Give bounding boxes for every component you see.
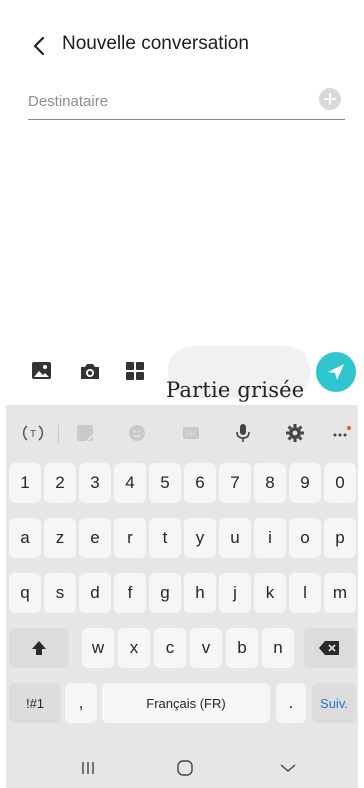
grayed-area-label: Partie grisée <box>166 378 305 402</box>
key-4[interactable]: 4 <box>114 463 146 503</box>
send-icon <box>328 364 344 380</box>
key-j[interactable]: j <box>219 573 251 613</box>
grid-icon <box>126 362 144 380</box>
key-w[interactable]: w <box>82 628 114 668</box>
key-g[interactable]: g <box>149 573 181 613</box>
recipient-field <box>28 86 345 120</box>
key-5[interactable]: 5 <box>149 463 181 503</box>
recent-apps-icon[interactable] <box>78 758 98 778</box>
key-v[interactable]: v <box>190 628 222 668</box>
key-h[interactable]: h <box>184 573 216 613</box>
shift-arrow-icon <box>32 641 46 655</box>
add-recipient-button[interactable] <box>319 88 341 110</box>
key-8[interactable]: 8 <box>254 463 286 503</box>
key-y[interactable]: y <box>184 518 216 558</box>
key-p[interactable]: p <box>324 518 356 558</box>
translate-icon[interactable]: T <box>20 421 46 445</box>
key-d[interactable]: d <box>79 573 111 613</box>
key-q[interactable]: q <box>9 573 41 613</box>
next-key[interactable]: Suiv. <box>312 683 356 723</box>
sticker-icon[interactable] <box>72 421 98 445</box>
backspace-icon <box>319 641 339 655</box>
key-f[interactable]: f <box>114 573 146 613</box>
key-2[interactable]: 2 <box>44 463 76 503</box>
recipient-input[interactable] <box>28 88 308 114</box>
key-c[interactable]: c <box>154 628 186 668</box>
key-u[interactable]: u <box>219 518 251 558</box>
svg-text:T: T <box>30 429 36 440</box>
more-icon[interactable] <box>328 421 354 445</box>
apps-button[interactable] <box>122 358 148 384</box>
gif-icon[interactable]: GIF <box>178 421 204 445</box>
key-s[interactable]: s <box>44 573 76 613</box>
shift-key[interactable] <box>9 628 69 668</box>
space-bar[interactable]: Français (FR) <box>102 683 270 723</box>
camera-icon <box>81 364 99 379</box>
key-z[interactable]: z <box>44 518 76 558</box>
key-m[interactable]: m <box>324 573 356 613</box>
comma-key[interactable]: , <box>65 683 97 723</box>
key-l[interactable]: l <box>289 573 321 613</box>
microphone-icon[interactable] <box>230 421 256 445</box>
key-3[interactable]: 3 <box>79 463 111 503</box>
app-header: Nouvelle conversation <box>0 28 364 64</box>
key-o[interactable]: o <box>289 518 321 558</box>
keyboard-toolbar: T GIF <box>6 405 358 459</box>
key-r[interactable]: r <box>114 518 146 558</box>
key-7[interactable]: 7 <box>219 463 251 503</box>
key-i[interactable]: i <box>254 518 286 558</box>
key-n[interactable]: n <box>262 628 294 668</box>
period-key[interactable]: . <box>276 683 306 723</box>
key-t[interactable]: t <box>149 518 181 558</box>
camera-button[interactable] <box>77 358 103 384</box>
backspace-key[interactable] <box>304 628 356 668</box>
plus-icon <box>324 93 336 105</box>
settings-icon[interactable] <box>282 421 308 445</box>
key-e[interactable]: e <box>79 518 111 558</box>
key-6[interactable]: 6 <box>184 463 216 503</box>
key-1[interactable]: 1 <box>9 463 41 503</box>
emoji-icon[interactable] <box>124 421 150 445</box>
gallery-button[interactable] <box>29 358 55 384</box>
system-navigation-bar <box>6 748 358 788</box>
symbols-key[interactable]: !#1 <box>9 683 61 723</box>
home-icon[interactable] <box>175 758 195 778</box>
key-b[interactable]: b <box>226 628 258 668</box>
key-x[interactable]: x <box>118 628 150 668</box>
back-arrow-icon[interactable] <box>28 32 52 60</box>
send-button[interactable] <box>316 352 356 392</box>
back-chevron-icon[interactable] <box>278 758 298 778</box>
svg-text:GIF: GIF <box>186 432 196 438</box>
image-icon <box>32 362 51 379</box>
key-0[interactable]: 0 <box>324 463 356 503</box>
page-title: Nouvelle conversation <box>62 33 249 54</box>
toolbar-divider <box>58 425 59 443</box>
key-k[interactable]: k <box>254 573 286 613</box>
keyboard: T GIF 1 2 3 4 5 6 7 8 9 0 a z e r t y u … <box>6 405 358 788</box>
key-9[interactable]: 9 <box>289 463 321 503</box>
key-a[interactable]: a <box>9 518 41 558</box>
